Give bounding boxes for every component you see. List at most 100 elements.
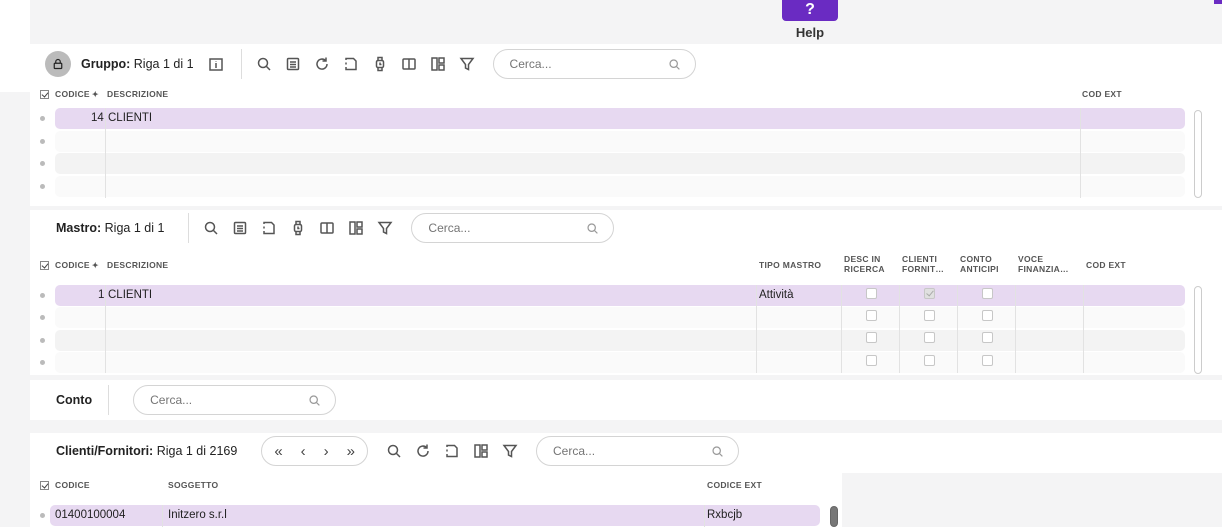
export-icon[interactable] <box>343 56 359 72</box>
export-icon[interactable] <box>261 220 277 236</box>
gruppo-scrollbar[interactable] <box>1194 110 1202 198</box>
col-codice[interactable]: CODICE <box>55 480 90 490</box>
watch-icon[interactable] <box>372 56 388 72</box>
desc-in-ricerca-checkbox[interactable] <box>866 310 877 321</box>
col-codice[interactable]: CODICE ✦ <box>55 260 99 270</box>
pager: « ‹ › » <box>261 436 369 466</box>
table-row[interactable] <box>55 131 1185 152</box>
col-codice-ext[interactable]: CODICE EXT <box>707 480 762 490</box>
column-divider <box>704 505 705 527</box>
gruppo-search[interactable] <box>492 49 696 79</box>
toolbar-separator <box>240 49 242 79</box>
col-desc-in-ricerca[interactable]: DESC IN RICERCA <box>844 254 885 274</box>
mastro-search-input[interactable] <box>428 221 569 235</box>
first-icon[interactable]: « <box>274 443 282 460</box>
refresh-icon[interactable] <box>415 443 431 459</box>
next-icon[interactable]: › <box>324 443 329 460</box>
prev-icon[interactable]: ‹ <box>301 443 306 460</box>
page: ? Help Gruppo: Riga 1 di 1 Cerca... CODI… <box>0 0 1222 527</box>
col-descrizione[interactable]: DESCRIZIONE <box>107 89 168 99</box>
search-icon[interactable] <box>256 56 272 72</box>
conto-anticipi-checkbox[interactable] <box>982 355 993 366</box>
clienti-fornitori-checkbox[interactable] <box>924 288 935 299</box>
column-divider <box>105 285 106 373</box>
conto-search-input[interactable] <box>150 393 291 407</box>
help-icon[interactable]: ? <box>782 0 838 21</box>
mastro-panel: Mastro: Riga 1 di 1 CODICE✦ DESCRIZIONE … <box>30 210 1222 375</box>
col-tipo-mastro[interactable]: TIPO MASTRO <box>759 260 821 270</box>
conto-anticipi-checkbox[interactable] <box>982 310 993 321</box>
refresh-icon[interactable] <box>314 56 330 72</box>
book-icon[interactable] <box>319 220 335 236</box>
info-icon[interactable] <box>208 56 224 72</box>
search-icon[interactable] <box>308 394 321 407</box>
watch-icon[interactable] <box>290 220 306 236</box>
conto-search[interactable] <box>133 385 337 415</box>
clienti-scrollbar[interactable] <box>830 506 838 527</box>
col-soggetto[interactable]: SOGGETTO <box>168 480 218 490</box>
table-row[interactable] <box>55 153 1185 174</box>
clienti-fornitori-checkbox[interactable] <box>924 355 935 366</box>
search-icon[interactable] <box>586 222 599 235</box>
row-indicator <box>40 139 45 144</box>
desc-in-ricerca-checkbox[interactable] <box>866 332 877 343</box>
conto-anticipi-checkbox[interactable] <box>982 332 993 343</box>
toolbar-separator <box>108 385 110 415</box>
clienti-fornitori-checkbox[interactable] <box>924 332 935 343</box>
row-indicator <box>40 513 45 518</box>
col-voce-finanziaria[interactable]: VOCE FINANZIA… <box>1018 254 1069 274</box>
mastro-search[interactable] <box>411 213 615 243</box>
search-icon[interactable] <box>711 445 724 458</box>
left-strip <box>0 0 30 92</box>
mastro-toolbar: Mastro: Riga 1 di 1 <box>56 210 615 246</box>
layout-icon[interactable] <box>430 56 446 72</box>
cell-tipo-mastro: Attività <box>759 289 794 301</box>
layout-icon[interactable] <box>348 220 364 236</box>
filter-icon[interactable] <box>377 220 393 236</box>
desc-in-ricerca-checkbox[interactable] <box>866 355 877 366</box>
table-row[interactable]: 14 CLIENTI <box>55 108 1185 129</box>
table-row[interactable] <box>55 176 1185 197</box>
sort-icon[interactable]: ✦ <box>92 261 99 270</box>
clienti-search[interactable] <box>536 436 740 466</box>
filter-icon[interactable] <box>459 56 475 72</box>
select-all-checkbox[interactable] <box>40 90 49 99</box>
conto-anticipi-checkbox[interactable] <box>982 288 993 299</box>
col-conto-anticipi[interactable]: CONTO ANTICIPI <box>960 254 999 274</box>
column-divider <box>756 285 757 373</box>
gruppo-panel: Gruppo: Riga 1 di 1 CODICE✦ DESCRIZIONE … <box>30 44 1222 206</box>
select-all-checkbox[interactable] <box>40 481 49 490</box>
sort-icon[interactable]: ✦ <box>92 90 99 99</box>
clienti-blank-area <box>842 473 1222 527</box>
form-icon[interactable] <box>285 56 301 72</box>
clienti-search-input[interactable] <box>553 444 694 458</box>
gruppo-search-input[interactable] <box>509 57 650 71</box>
gruppo-title: Gruppo: Riga 1 di 1 <box>81 57 194 71</box>
col-cod-ext[interactable]: COD EXT <box>1086 260 1126 270</box>
row-indicator <box>40 116 45 121</box>
search-icon[interactable] <box>386 443 402 459</box>
desc-in-ricerca-checkbox[interactable] <box>866 288 877 299</box>
search-icon[interactable] <box>668 58 681 71</box>
col-clienti-fornitori[interactable]: CLIENTI FORNIT… <box>902 254 944 274</box>
search-icon[interactable] <box>203 220 219 236</box>
mastro-scrollbar[interactable] <box>1194 286 1202 374</box>
col-descrizione[interactable]: DESCRIZIONE <box>107 260 168 270</box>
layout-icon[interactable] <box>473 443 489 459</box>
lock-icon[interactable] <box>45 51 71 77</box>
export-icon[interactable] <box>444 443 460 459</box>
last-icon[interactable]: » <box>347 443 355 460</box>
help-control[interactable]: ? Help <box>782 0 838 40</box>
filter-icon[interactable] <box>502 443 518 459</box>
col-codice[interactable]: CODICE ✦ <box>55 89 99 99</box>
col-cod-ext[interactable]: COD EXT <box>1082 89 1122 99</box>
select-all-checkbox[interactable] <box>40 261 49 270</box>
conto-title: Conto <box>56 393 93 407</box>
column-divider <box>957 285 958 373</box>
book-icon[interactable] <box>401 56 417 72</box>
form-icon[interactable] <box>232 220 248 236</box>
cell-descrizione: CLIENTI <box>108 112 153 124</box>
conto-toolbar: Conto <box>56 382 337 418</box>
clienti-fornitori-checkbox[interactable] <box>924 310 935 321</box>
column-divider <box>899 285 900 373</box>
